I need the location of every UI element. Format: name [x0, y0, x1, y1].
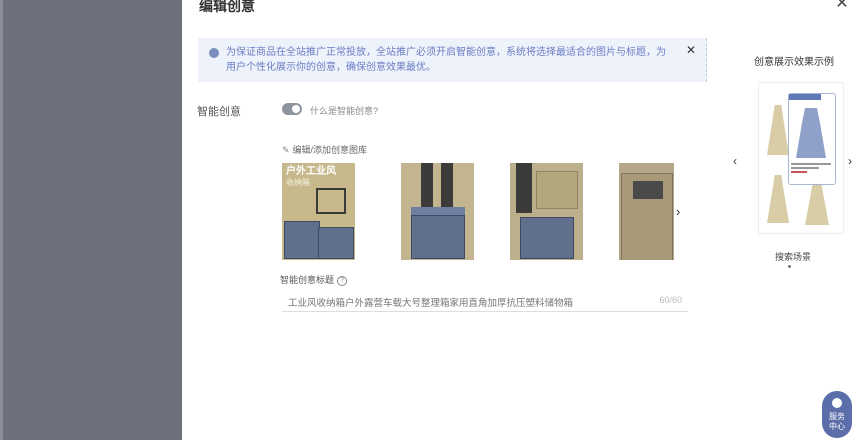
box-shape [318, 227, 354, 259]
box-lid-shape [633, 181, 663, 199]
notice-text: 为保证商品在全站推广正常投放，全站推广必须开启智能创意，系统将选择最适合的图片与… [226, 47, 666, 73]
smart-title-label-text: 智能创意标题 [280, 275, 335, 285]
box-shape [411, 215, 465, 259]
gallery-image-3[interactable] [510, 163, 583, 260]
carousel-dot-active[interactable] [788, 265, 791, 268]
dress-shape [767, 105, 789, 155]
notice-banner: 为保证商品在全站推广正常投放，全站推广必须开启智能创意，系统将选择最适合的图片与… [198, 38, 707, 82]
legs-shape [516, 163, 532, 213]
text-line [791, 163, 831, 165]
preview-title: 创意展示效果示例 [754, 57, 834, 68]
gallery-image-4[interactable] [619, 163, 674, 260]
popup-text-lines [791, 163, 831, 173]
backdrop-edge [0, 0, 3, 440]
gallery-image-2[interactable] [401, 163, 474, 260]
text-line [791, 167, 819, 169]
smart-title-label: 智能创意标题? [280, 273, 348, 286]
popup-header [789, 94, 821, 100]
close-icon[interactable]: ✕ [834, 0, 850, 12]
dialog-title: 编辑创意 [199, 0, 255, 14]
box-shape [536, 171, 578, 209]
chevron-right-icon[interactable]: › [676, 204, 680, 219]
smart-creative-label: 智能创意 [197, 106, 241, 118]
service-label: 服务 中心 [822, 412, 852, 432]
dress-shape [767, 175, 789, 223]
edit-gallery-link[interactable]: ✎ 编辑/添加创意图库 [282, 143, 367, 156]
service-label-line1: 服务 [829, 412, 845, 421]
smart-creative-toggle[interactable] [282, 103, 302, 115]
box-lid-shape [411, 207, 465, 215]
service-label-line2: 中心 [829, 422, 845, 431]
pencil-icon: ✎ [282, 145, 290, 155]
char-count: 60/60 [659, 295, 682, 305]
chat-icon [832, 398, 842, 408]
smart-creative-help-link[interactable]: 什么是智能创意? [310, 104, 378, 117]
image-caption-title: 户外工业风 [286, 166, 336, 177]
chevron-left-icon[interactable]: ‹ [733, 154, 737, 168]
smart-title-value: 工业风收纳箱户外露营车载大号整理箱家用直角加厚抗压塑料储物箱 [288, 298, 574, 309]
box-shape [520, 217, 574, 259]
smart-title-input[interactable]: 工业风收纳箱户外露营车载大号整理箱家用直角加厚抗压塑料储物箱 60/60 [282, 289, 688, 312]
close-icon[interactable]: ✕ [685, 44, 697, 56]
info-icon [209, 48, 219, 58]
text-line [791, 171, 807, 173]
legs-shape [421, 163, 433, 208]
gallery-image-1[interactable]: 户外工业风 收纳箱 [282, 163, 355, 260]
dress-shape [805, 179, 829, 225]
chair-shape [316, 188, 346, 214]
edit-gallery-label: 编辑/添加创意图库 [292, 145, 368, 155]
toggle-knob [292, 105, 300, 113]
image-caption: 户外工业风 收纳箱 [286, 166, 336, 188]
service-center-button[interactable]: 服务 中心 [822, 391, 852, 438]
image-caption-sub: 收纳箱 [286, 178, 310, 187]
question-icon[interactable]: ? [337, 275, 348, 286]
legs-shape [441, 163, 453, 208]
box-shape [284, 221, 320, 259]
modal-backdrop[interactable] [0, 0, 182, 440]
chevron-right-icon[interactable]: › [848, 154, 852, 168]
preview-caption: 搜索场景 [775, 252, 812, 262]
